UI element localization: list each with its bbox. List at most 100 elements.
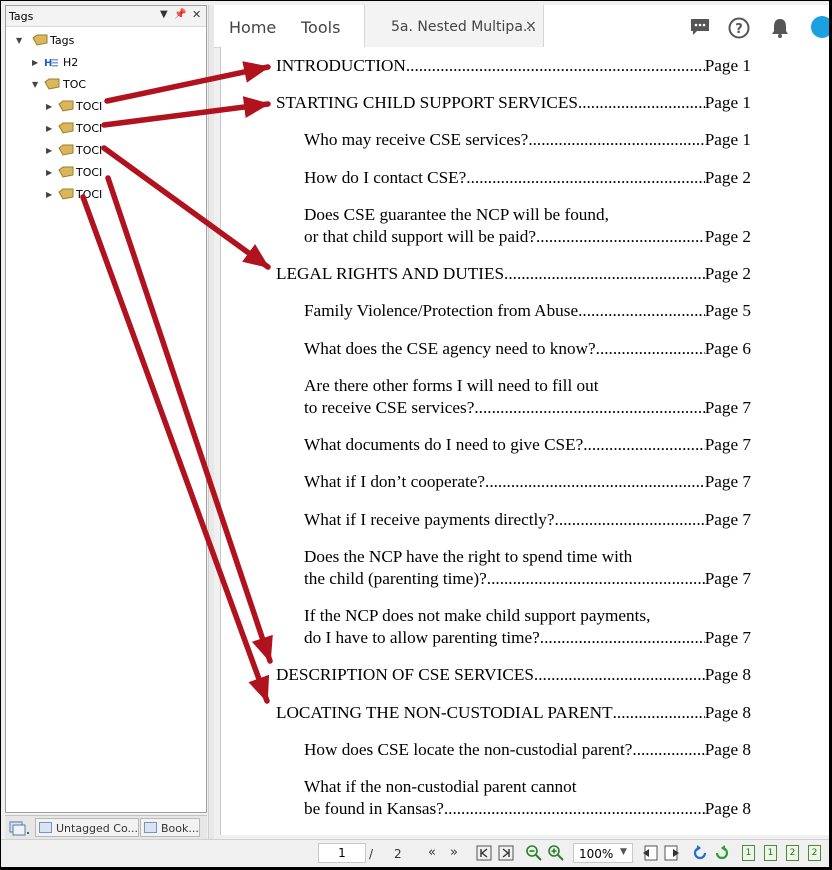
tab-label: Untagged Co...: [56, 822, 138, 835]
tree-item-toci[interactable]: ▶ TOCI: [6, 97, 206, 117]
zoom-out-icon[interactable]: [525, 844, 543, 866]
tree-item-toci[interactable]: ▶ TOCI: [6, 163, 206, 183]
tree-item-label: TOCI: [76, 122, 103, 135]
two-page-scroll-icon[interactable]: 2: [808, 845, 821, 861]
toc-entry-page: Page 6: [704, 339, 751, 358]
tags-tab-icon[interactable]: [9, 820, 29, 836]
account-avatar-icon[interactable]: [810, 15, 829, 39]
zoom-in-icon[interactable]: [547, 844, 565, 866]
tree-item-tags-root[interactable]: ▼ Tags: [6, 31, 206, 51]
tag-icon: [58, 122, 74, 134]
dot-leader: [632, 739, 704, 761]
toc-entry[interactable]: INTRODUCTION Page 1: [276, 55, 751, 77]
untagged-content-tab[interactable]: Untagged Co...: [35, 818, 139, 837]
expand-toggle-icon[interactable]: ▶: [32, 58, 38, 67]
zoom-level-dropdown[interactable]: 100% ▼: [573, 843, 633, 863]
tree-item-label: Tags: [50, 34, 75, 47]
toc-entry[interactable]: STARTING CHILD SUPPORT SERVICES Page 1: [276, 92, 751, 114]
single-page-view-icon[interactable]: 1: [742, 845, 755, 861]
tree-item-toci[interactable]: ▶ TOCI: [6, 141, 206, 161]
dot-leader: [583, 434, 704, 456]
expand-toggle-icon[interactable]: ▶: [46, 102, 52, 111]
tree-item-toci[interactable]: ▶ TOCI: [6, 119, 206, 139]
dot-leader: [528, 129, 704, 151]
toc-entry-title: INTRODUCTION: [276, 56, 406, 75]
panel-menu-icon[interactable]: ▼: [160, 9, 168, 20]
dot-leader: [536, 226, 705, 248]
tags-panel: Tags ▼ 📌 ✕ ▼ Tags ▶ H H2 ▼ TOC ▶ TOCI ▶ …: [5, 5, 207, 813]
toc-entry[interactable]: LOCATING THE NON-CUSTODIAL PARENT Page 8: [276, 702, 751, 724]
two-page-view-icon[interactable]: 2: [786, 845, 799, 861]
tree-item-h2[interactable]: ▶ H H2: [6, 53, 206, 73]
dot-leader: [474, 397, 704, 419]
dot-leader: [540, 627, 705, 649]
toc-entry-page: Page 7: [704, 472, 751, 491]
first-page-icon[interactable]: [476, 845, 492, 865]
dot-leader: [485, 471, 705, 493]
rotate-counterclockwise-icon[interactable]: [691, 844, 709, 866]
expand-toggle-icon[interactable]: ▶: [46, 146, 52, 155]
svg-text:?: ?: [735, 22, 743, 37]
tree-item-label: TOCI: [76, 166, 103, 179]
tags-panel-title: Tags: [9, 10, 34, 23]
toc-entry-page: Page 8: [704, 740, 751, 759]
untagged-content-icon: [39, 822, 52, 833]
comment-icon[interactable]: [689, 17, 711, 37]
expand-toggle-icon[interactable]: ▶: [46, 124, 52, 133]
notification-bell-icon[interactable]: [770, 17, 790, 39]
toc-entry-page: Page 8: [704, 703, 751, 722]
previous-view-icon[interactable]: [642, 845, 658, 865]
dot-leader: [555, 509, 705, 531]
toc-entry[interactable]: How do I contact CSE? Page 2: [304, 167, 751, 189]
toc-entry[interactable]: Does the NCP have the right to spend tim…: [304, 546, 751, 590]
last-page-icon[interactable]: [498, 845, 514, 865]
toc-entry[interactable]: Does CSE guarantee the NCP will be found…: [304, 204, 751, 248]
app-window: Tags ▼ 📌 ✕ ▼ Tags ▶ H H2 ▼ TOC ▶ TOCI ▶ …: [1, 1, 829, 867]
bookmarks-tab[interactable]: Book...: [140, 818, 200, 837]
toc-entry[interactable]: What documents do I need to give CSE? Pag…: [304, 434, 751, 456]
toc-entry[interactable]: What does the CSE agency need to know? Pa…: [304, 338, 751, 360]
toc-entry-title: What if I don’t cooperate?: [304, 472, 486, 491]
expand-toggle-icon[interactable]: ▼: [16, 36, 22, 45]
toc-entry[interactable]: How does CSE locate the non-custodial pa…: [304, 739, 751, 761]
close-tab-icon[interactable]: ×: [525, 18, 537, 34]
toc-entry[interactable]: LEGAL RIGHTS AND DUTIES Page 2: [276, 263, 751, 285]
previous-page-icon[interactable]: «: [428, 846, 436, 860]
document-tab[interactable]: 5a. Nested Multipa... ×: [364, 5, 544, 47]
help-icon[interactable]: ?: [728, 17, 750, 39]
toc-entry[interactable]: Family Violence/Protection from Abuse Pag…: [304, 300, 751, 322]
toc-entry-page: Page 2: [704, 227, 751, 246]
expand-toggle-icon[interactable]: ▶: [46, 190, 52, 199]
home-tab[interactable]: Home: [229, 18, 276, 37]
expand-toggle-icon[interactable]: ▼: [32, 80, 38, 89]
tree-item-toc[interactable]: ▼ TOC: [6, 75, 206, 95]
tree-item-toci[interactable]: ▶ TOCI: [6, 185, 206, 205]
panel-close-icon[interactable]: ✕: [192, 8, 201, 21]
toc-entry-title: DESCRIPTION OF CSE SERVICES: [276, 665, 534, 684]
pin-icon[interactable]: 📌: [174, 9, 186, 20]
panel-splitter[interactable]: [208, 5, 214, 841]
tools-tab[interactable]: Tools: [301, 18, 340, 37]
toc-entry[interactable]: If the NCP does not make child support p…: [304, 605, 751, 649]
total-pages: 2: [394, 847, 402, 861]
toc-entry-page: Page 1: [704, 130, 751, 149]
tree-item-label: TOCI: [76, 100, 103, 113]
dot-leader: [578, 300, 705, 322]
tree-item-label: TOCI: [76, 144, 103, 157]
page-number-input[interactable]: [318, 843, 366, 863]
svg-text:H: H: [44, 58, 52, 68]
toc-entry[interactable]: What if I receive payments directly? Pag…: [304, 509, 751, 531]
next-page-icon[interactable]: »: [450, 846, 458, 860]
toc-entry-title: STARTING CHILD SUPPORT SERVICES: [276, 93, 578, 112]
toc-entry[interactable]: Who may receive CSE services? Page 1: [304, 129, 751, 151]
rotate-clockwise-icon[interactable]: [713, 844, 731, 866]
single-page-scroll-icon[interactable]: 1: [764, 845, 777, 861]
toc-entry[interactable]: What if the non-custodial parent cannot …: [304, 776, 751, 820]
expand-toggle-icon[interactable]: ▶: [46, 168, 52, 177]
dot-leader: [444, 798, 705, 820]
toc-entry[interactable]: What if I don’t cooperate? Page 7: [304, 471, 751, 493]
toc-entry[interactable]: Are there other forms I will need to fil…: [304, 375, 751, 419]
toc-entry[interactable]: DESCRIPTION OF CSE SERVICES Page 8: [276, 664, 751, 686]
toc-entry-title: How does CSE locate the non-custodial pa…: [304, 740, 633, 759]
next-view-icon[interactable]: [664, 845, 680, 865]
